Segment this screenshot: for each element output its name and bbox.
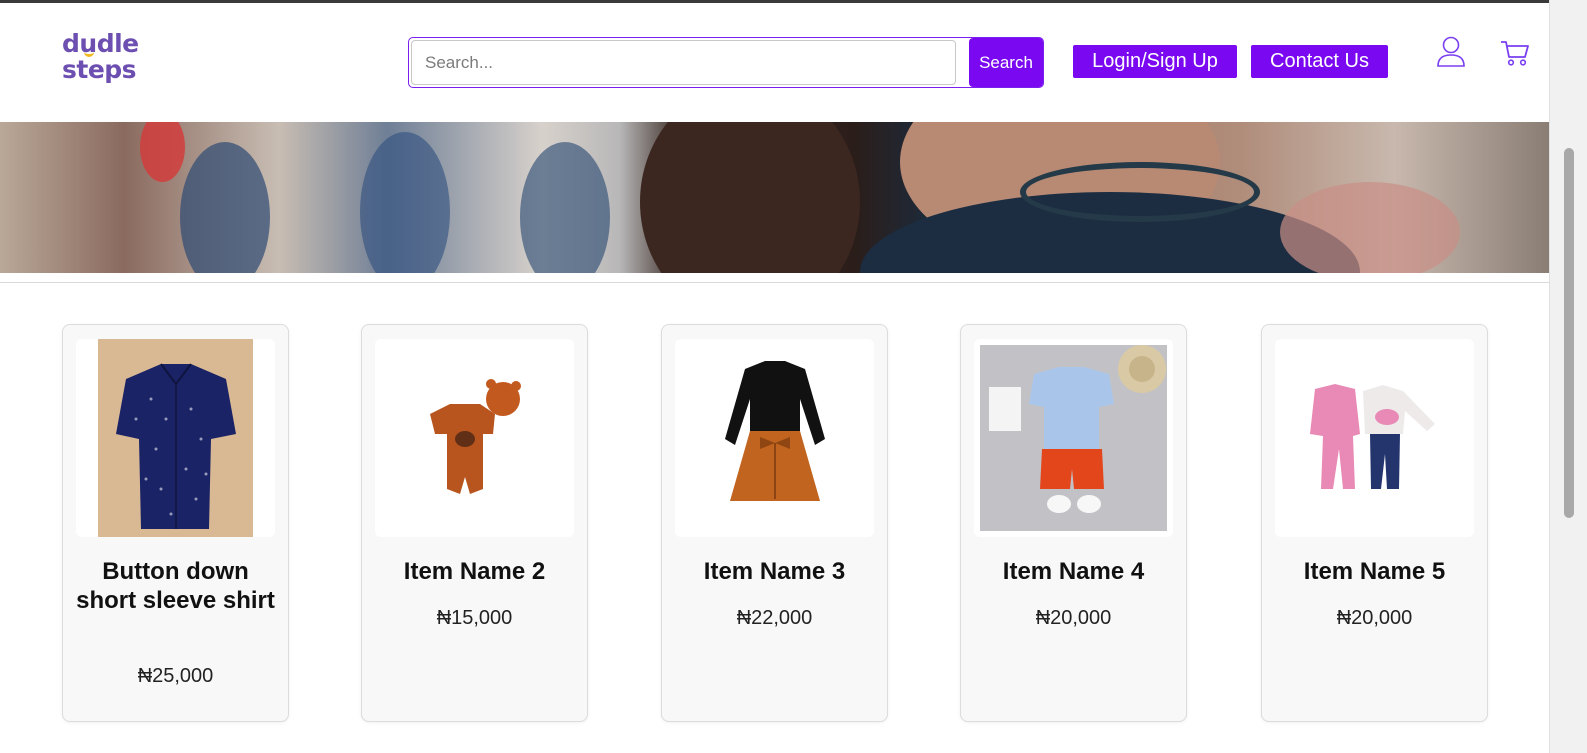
product-price: ₦20,000 bbox=[1035, 607, 1112, 629]
contact-us-button[interactable]: Contact Us bbox=[1251, 45, 1388, 78]
logo[interactable]: dudle steps bbox=[62, 29, 139, 84]
product-name[interactable]: Item Name 2 bbox=[372, 557, 577, 586]
product-name[interactable]: Button down short sleeve shirt bbox=[73, 557, 278, 615]
product-image[interactable] bbox=[675, 339, 874, 537]
scrollbar-thumb[interactable] bbox=[1564, 148, 1574, 518]
product-price: ₦15,000 bbox=[436, 607, 513, 629]
hero-banner-image bbox=[0, 122, 1549, 273]
search-input[interactable] bbox=[411, 40, 956, 85]
product-image[interactable] bbox=[1275, 339, 1474, 537]
user-icon[interactable] bbox=[1436, 35, 1466, 68]
page-viewport: dudle steps Search Login/Sign Up Contact… bbox=[0, 3, 1549, 753]
divider bbox=[0, 282, 1549, 283]
vertical-scrollbar[interactable] bbox=[1549, 0, 1587, 753]
product-card[interactable]: Item Name 2 ₦15,000 bbox=[361, 324, 588, 722]
product-card[interactable]: Item Name 4 ₦20,000 bbox=[960, 324, 1187, 722]
product-price: ₦20,000 bbox=[1336, 607, 1413, 629]
product-image[interactable] bbox=[375, 339, 574, 537]
product-card[interactable]: Item Name 5 ₦20,000 bbox=[1261, 324, 1488, 722]
search-button[interactable]: Search bbox=[969, 38, 1043, 87]
product-image[interactable] bbox=[76, 339, 275, 537]
product-name[interactable]: Item Name 4 bbox=[971, 557, 1176, 586]
product-price: ₦22,000 bbox=[736, 607, 813, 629]
search-bar: Search bbox=[408, 37, 1044, 88]
product-price: ₦25,000 bbox=[137, 665, 214, 687]
logo-line2: steps bbox=[62, 55, 137, 84]
product-card[interactable]: Button down short sleeve shirt ₦25,000 bbox=[62, 324, 289, 722]
login-signup-button[interactable]: Login/Sign Up bbox=[1073, 45, 1237, 78]
product-image[interactable] bbox=[974, 339, 1173, 537]
product-name[interactable]: Item Name 3 bbox=[672, 557, 877, 586]
product-card[interactable]: Item Name 3 ₦22,000 bbox=[661, 324, 888, 722]
site-header: dudle steps Search Login/Sign Up Contact… bbox=[0, 3, 1549, 122]
cart-icon[interactable] bbox=[1500, 39, 1530, 67]
logo-line1: dudle bbox=[62, 29, 139, 58]
product-name[interactable]: Item Name 5 bbox=[1272, 557, 1477, 586]
